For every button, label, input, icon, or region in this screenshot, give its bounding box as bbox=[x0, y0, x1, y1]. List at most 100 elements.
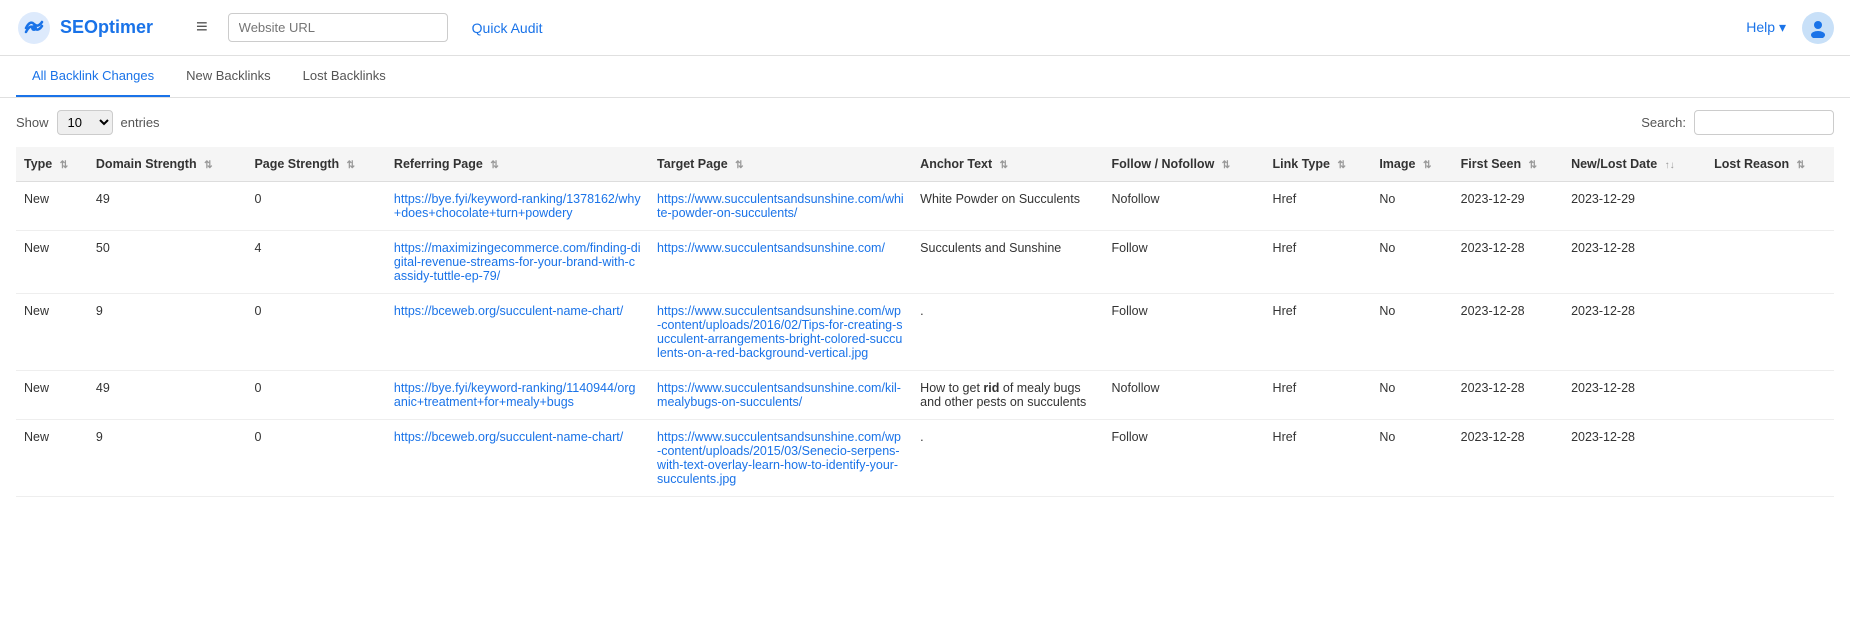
url-input[interactable] bbox=[228, 13, 448, 42]
cell-anchor-text: . bbox=[912, 294, 1103, 371]
cell-referring-page-link[interactable]: https://bye.fyi/keyword-ranking/1378162/… bbox=[394, 192, 641, 220]
cell-referring-page: https://maximizingecommerce.com/finding-… bbox=[386, 231, 649, 294]
cell-link-type: Href bbox=[1265, 371, 1372, 420]
col-header-follow[interactable]: Follow / Nofollow ⇅ bbox=[1104, 147, 1265, 182]
entries-select[interactable]: 10 25 50 100 bbox=[57, 110, 113, 135]
cell-lost-reason bbox=[1706, 182, 1834, 231]
cell-target-page-link[interactable]: https://www.succulentsandsunshine.com/ bbox=[657, 241, 885, 255]
help-button[interactable]: Help ▾ bbox=[1746, 19, 1786, 36]
cell-domain-strength: 9 bbox=[88, 420, 247, 497]
show-label: Show bbox=[16, 115, 49, 130]
cell-referring-page: https://bceweb.org/succulent-name-chart/ bbox=[386, 420, 649, 497]
cell-first-seen: 2023-12-28 bbox=[1453, 420, 1563, 497]
col-header-lost-reason[interactable]: Lost Reason ⇅ bbox=[1706, 147, 1834, 182]
search-area: Search: bbox=[1641, 110, 1834, 135]
table-row: New90 https://bceweb.org/succulent-name-c… bbox=[16, 420, 1834, 497]
backlinks-table-container: Type ⇅ Domain Strength ⇅ Page Strength ⇅… bbox=[0, 147, 1850, 497]
cell-first-seen: 2023-12-28 bbox=[1453, 371, 1563, 420]
cell-referring-page-link[interactable]: https://bceweb.org/succulent-name-chart/ bbox=[394, 430, 623, 444]
tabs-bar: All Backlink Changes New Backlinks Lost … bbox=[0, 56, 1850, 98]
cell-target-page-link[interactable]: https://www.succulentsandsunshine.com/wh… bbox=[657, 192, 904, 220]
cell-referring-page-link[interactable]: https://maximizingecommerce.com/finding-… bbox=[394, 241, 641, 283]
cell-referring-page-link[interactable]: https://bceweb.org/succulent-name-chart/ bbox=[394, 304, 623, 318]
cell-target-page-link[interactable]: https://www.succulentsandsunshine.com/ki… bbox=[657, 381, 901, 409]
header-right: Help ▾ bbox=[1746, 12, 1834, 44]
cell-new-lost-date: 2023-12-28 bbox=[1563, 294, 1706, 371]
hamburger-icon[interactable]: ≡ bbox=[188, 12, 216, 43]
cell-domain-strength: 50 bbox=[88, 231, 247, 294]
cell-link-type: Href bbox=[1265, 231, 1372, 294]
tab-new-backlinks[interactable]: New Backlinks bbox=[170, 56, 287, 97]
header: SEOptimer ≡ Quick Audit Help ▾ bbox=[0, 0, 1850, 56]
col-header-new-lost-date[interactable]: New/Lost Date ↑↓ bbox=[1563, 147, 1706, 182]
cell-referring-page: https://bye.fyi/keyword-ranking/1140944/… bbox=[386, 371, 649, 420]
cell-referring-page-link[interactable]: https://bye.fyi/keyword-ranking/1140944/… bbox=[394, 381, 636, 409]
cell-link-type: Href bbox=[1265, 420, 1372, 497]
cell-target-page: https://www.succulentsandsunshine.com/wp… bbox=[649, 294, 912, 371]
cell-new-lost-date: 2023-12-29 bbox=[1563, 182, 1706, 231]
col-header-referring-page[interactable]: Referring Page ⇅ bbox=[386, 147, 649, 182]
table-row: New490https://bye.fyi/keyword-ranking/13… bbox=[16, 182, 1834, 231]
cell-target-page-link[interactable]: https://www.succulentsandsunshine.com/wp… bbox=[657, 304, 903, 360]
col-header-image[interactable]: Image ⇅ bbox=[1371, 147, 1452, 182]
search-input[interactable] bbox=[1694, 110, 1834, 135]
col-header-target-page[interactable]: Target Page ⇅ bbox=[649, 147, 912, 182]
cell-type: New bbox=[16, 371, 88, 420]
cell-page-strength: 0 bbox=[246, 420, 385, 497]
cell-domain-strength: 49 bbox=[88, 371, 247, 420]
cell-type: New bbox=[16, 420, 88, 497]
cell-follow: Follow bbox=[1104, 231, 1265, 294]
cell-target-page: https://www.succulentsandsunshine.com/ bbox=[649, 231, 912, 294]
cell-link-type: Href bbox=[1265, 182, 1372, 231]
cell-follow: Nofollow bbox=[1104, 182, 1265, 231]
col-header-anchor-text[interactable]: Anchor Text ⇅ bbox=[912, 147, 1103, 182]
cell-referring-page: https://bye.fyi/keyword-ranking/1378162/… bbox=[386, 182, 649, 231]
cell-type: New bbox=[16, 294, 88, 371]
logo-icon bbox=[16, 10, 52, 46]
quick-audit-button[interactable]: Quick Audit bbox=[460, 14, 555, 42]
cell-lost-reason bbox=[1706, 371, 1834, 420]
cell-image: No bbox=[1371, 420, 1452, 497]
cell-target-page: https://www.succulentsandsunshine.com/wh… bbox=[649, 182, 912, 231]
col-header-domain-strength[interactable]: Domain Strength ⇅ bbox=[88, 147, 247, 182]
col-header-first-seen[interactable]: First Seen ⇅ bbox=[1453, 147, 1563, 182]
cell-domain-strength: 49 bbox=[88, 182, 247, 231]
entries-label: entries bbox=[121, 115, 160, 130]
user-icon bbox=[1808, 18, 1828, 38]
cell-page-strength: 0 bbox=[246, 371, 385, 420]
col-header-link-type[interactable]: Link Type ⇅ bbox=[1265, 147, 1372, 182]
cell-target-page: https://www.succulentsandsunshine.com/wp… bbox=[649, 420, 912, 497]
cell-link-type: Href bbox=[1265, 294, 1372, 371]
col-header-page-strength[interactable]: Page Strength ⇅ bbox=[246, 147, 385, 182]
cell-target-page-link[interactable]: https://www.succulentsandsunshine.com/wp… bbox=[657, 430, 901, 486]
cell-first-seen: 2023-12-29 bbox=[1453, 182, 1563, 231]
cell-new-lost-date: 2023-12-28 bbox=[1563, 371, 1706, 420]
table-row: New490 https://bye.fyi/keyword-ranking/11… bbox=[16, 371, 1834, 420]
col-header-type[interactable]: Type ⇅ bbox=[16, 147, 88, 182]
search-label: Search: bbox=[1641, 115, 1686, 130]
cell-lost-reason bbox=[1706, 420, 1834, 497]
cell-anchor-text: White Powder on Succulents bbox=[912, 182, 1103, 231]
cell-target-page: https://www.succulentsandsunshine.com/ki… bbox=[649, 371, 912, 420]
cell-anchor-text: Succulents and Sunshine bbox=[912, 231, 1103, 294]
cell-new-lost-date: 2023-12-28 bbox=[1563, 231, 1706, 294]
cell-page-strength: 0 bbox=[246, 182, 385, 231]
cell-page-strength: 0 bbox=[246, 294, 385, 371]
cell-image: No bbox=[1371, 371, 1452, 420]
cell-anchor-text: . bbox=[912, 420, 1103, 497]
table-row: New504https://maximizingecommerce.com/fi… bbox=[16, 231, 1834, 294]
tab-all-backlink-changes[interactable]: All Backlink Changes bbox=[16, 56, 170, 97]
tab-lost-backlinks[interactable]: Lost Backlinks bbox=[287, 56, 402, 97]
table-header-row: Type ⇅ Domain Strength ⇅ Page Strength ⇅… bbox=[16, 147, 1834, 182]
cell-image: No bbox=[1371, 231, 1452, 294]
cell-type: New bbox=[16, 231, 88, 294]
table-controls: Show 10 25 50 100 entries Search: bbox=[0, 98, 1850, 147]
cell-first-seen: 2023-12-28 bbox=[1453, 294, 1563, 371]
cell-new-lost-date: 2023-12-28 bbox=[1563, 420, 1706, 497]
logo-area: SEOptimer bbox=[16, 10, 176, 46]
cell-first-seen: 2023-12-28 bbox=[1453, 231, 1563, 294]
cell-follow: Follow bbox=[1104, 420, 1265, 497]
cell-lost-reason bbox=[1706, 294, 1834, 371]
user-avatar[interactable] bbox=[1802, 12, 1834, 44]
table-row: New90https://bceweb.org/succulent-name-c… bbox=[16, 294, 1834, 371]
